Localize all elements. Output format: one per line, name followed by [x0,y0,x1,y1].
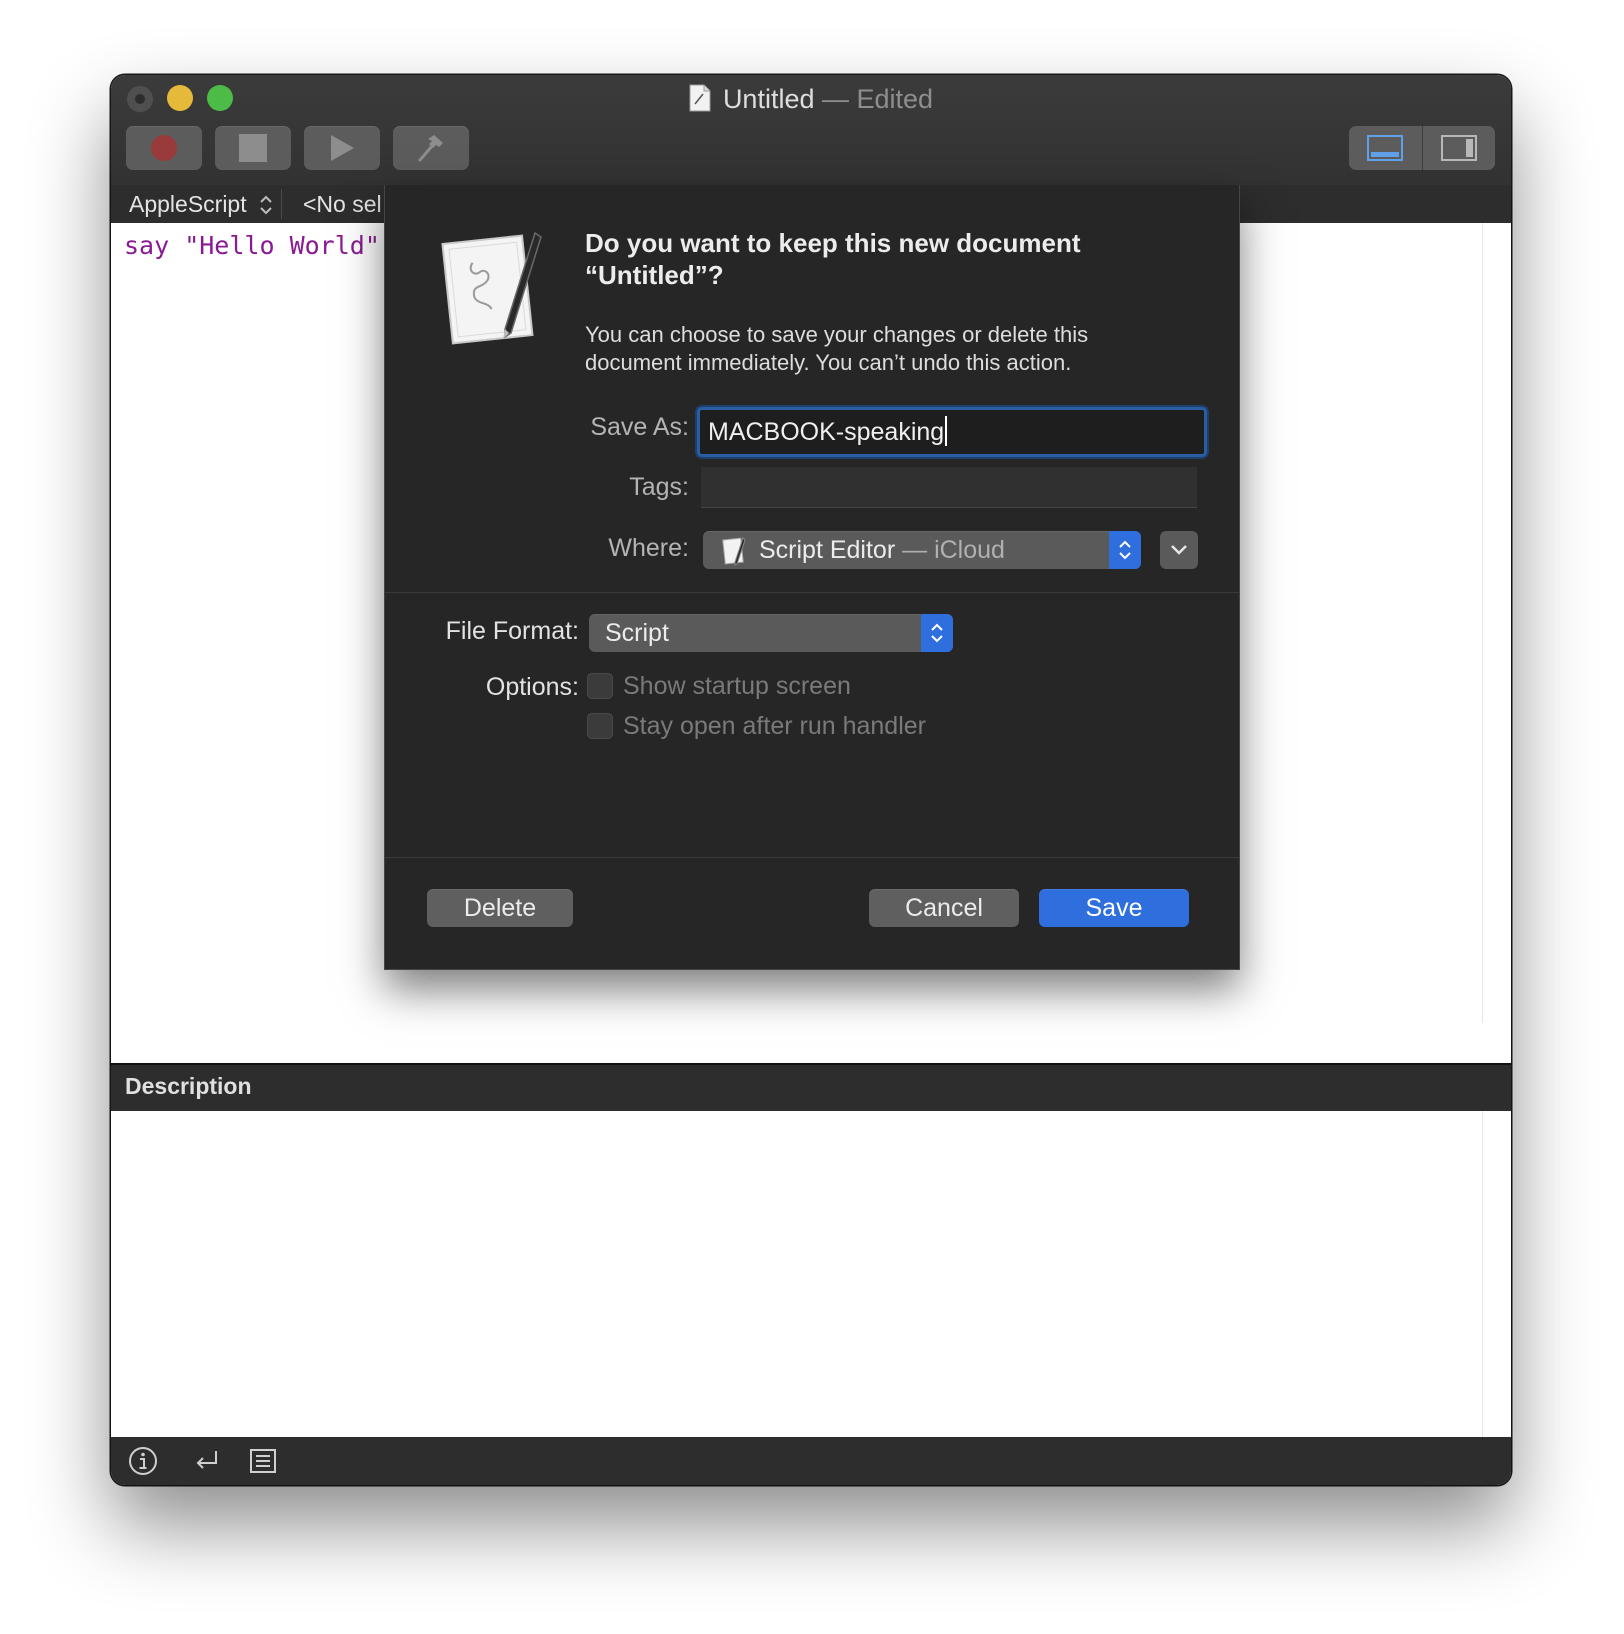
stop-button[interactable] [215,126,291,170]
where-popup-button[interactable]: Script Editor — iCloud [703,531,1141,569]
document-icon [689,84,711,121]
stay-open-option[interactable]: Stay open after run handler [587,711,926,741]
list-icon [250,1449,276,1473]
record-button[interactable] [126,126,202,170]
updown-chevron-icon [1119,540,1131,560]
language-label: AppleScript [129,191,247,217]
compile-button[interactable] [393,126,469,170]
tags-label: Tags: [629,473,689,501]
text-caret [945,416,948,446]
script-editor-app-icon [437,225,547,350]
log-button[interactable] [247,1445,279,1482]
startup-screen-checkbox[interactable] [587,673,613,699]
description-header: Description [111,1063,1511,1111]
description-heading: Description [125,1073,252,1099]
return-arrow-icon [196,1451,217,1469]
editor-scroll-track [1482,223,1483,1023]
cancel-button[interactable]: Cancel [869,889,1019,927]
titlebar: Untitled — Edited [111,75,1511,186]
dialog-heading: Do you want to keep this new document “U… [585,228,1081,290]
language-selector[interactable]: AppleScript [129,189,273,219]
return-button[interactable] [191,1445,223,1482]
save-as-label: Save As: [590,413,689,441]
description-scroll-track [1482,1111,1483,1437]
dialog-divider-top [385,592,1239,593]
startup-screen-label: Show startup screen [623,672,851,700]
file-format-value: Script [605,619,669,647]
stay-open-label: Stay open after run handler [623,712,926,740]
run-button[interactable] [304,126,380,170]
window-title-name: Untitled [722,84,815,114]
side-pane-icon [1440,135,1477,161]
script-code[interactable]: say "Hello World" [124,229,380,263]
bottom-bar [111,1437,1511,1485]
updown-chevron-icon [931,623,943,643]
window-title: Untitled — Edited [111,81,1511,121]
record-icon [151,135,177,161]
info-icon [129,1447,157,1475]
dialog-message: You can choose to save your changes or d… [585,322,1089,375]
options-label: Options: [485,673,579,701]
where-value: Script Editor [759,536,896,564]
navbar-divider [281,189,282,219]
stay-open-checkbox[interactable] [587,713,613,739]
hammer-icon [418,135,443,162]
where-sub: — iCloud [895,536,1005,564]
description-area[interactable] [111,1111,1511,1437]
delete-button[interactable]: Delete [427,889,573,927]
file-format-stepper [921,614,953,652]
stop-icon [239,134,267,162]
toggle-side-pane-button[interactable] [1423,126,1496,170]
script-editor-folder-icon [721,536,747,577]
bottom-pane-icon [1367,135,1404,161]
expand-browser-button[interactable] [1160,531,1198,569]
play-icon [331,135,354,161]
save-button[interactable]: Save [1039,889,1189,927]
save-dialog-sheet: Do you want to keep this new document “U… [384,185,1240,970]
startup-screen-option[interactable]: Show startup screen [587,671,851,701]
toggle-bottom-pane-button[interactable] [1349,126,1423,170]
tags-field[interactable] [701,467,1197,508]
view-toggle-segment [1349,126,1495,170]
handler-selector[interactable]: <No sel [303,189,382,219]
where-label: Where: [608,534,689,562]
updown-chevron-icon [260,195,272,215]
where-stepper [1109,531,1141,569]
info-button[interactable] [127,1445,159,1482]
save-as-value: MACBOOK-speaking [708,418,945,446]
file-format-popup-button[interactable]: Script [589,614,953,652]
file-format-label: File Format: [445,617,579,645]
chevron-down-icon [1171,545,1187,555]
save-as-field[interactable]: MACBOOK-speaking [697,407,1207,457]
dialog-divider-bottom [385,857,1239,858]
window-title-edited: — Edited [814,84,934,114]
